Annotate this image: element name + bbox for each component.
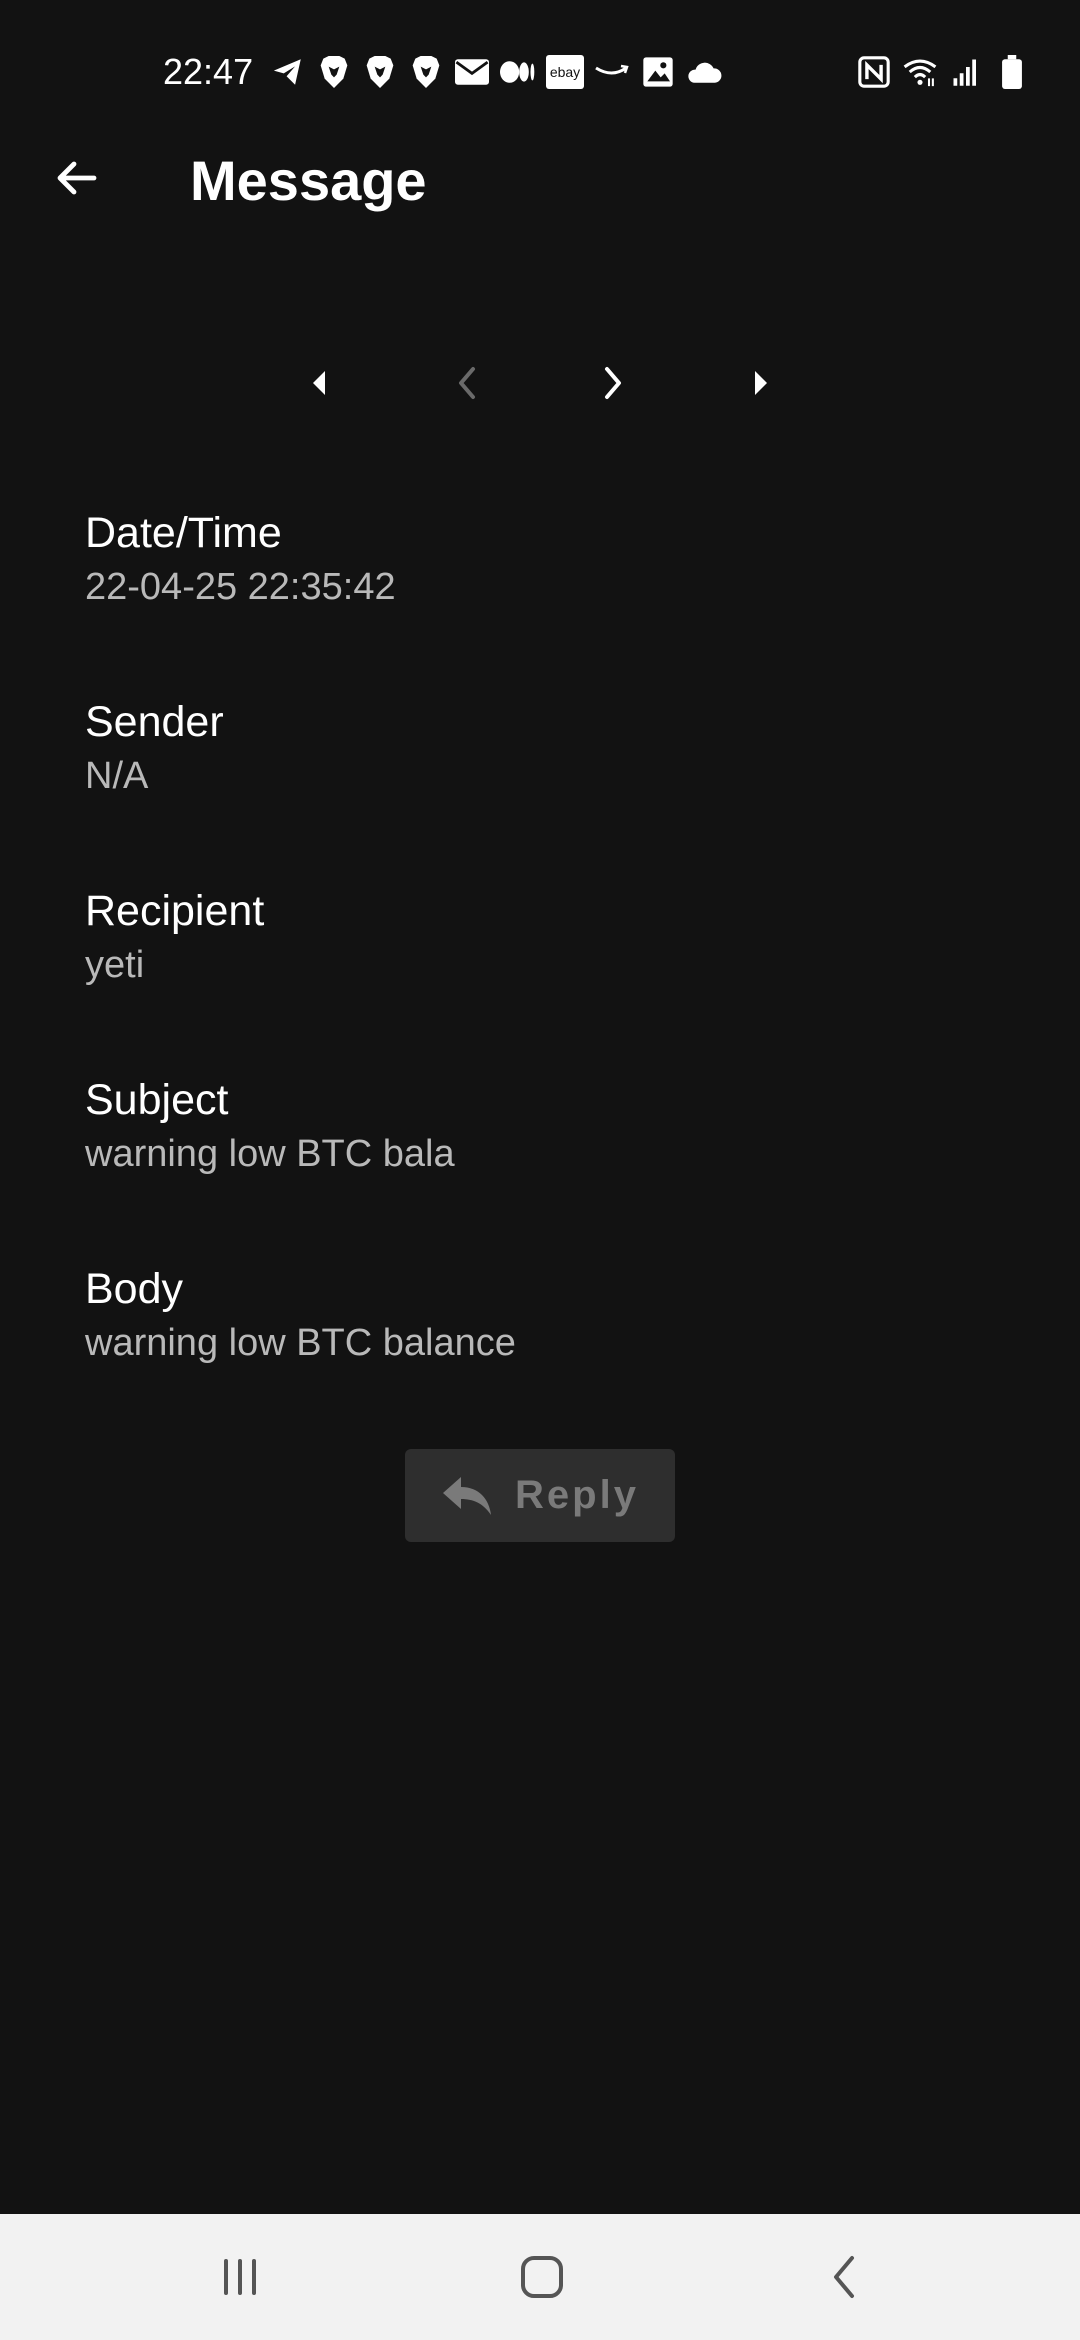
nfc-icon: [856, 54, 892, 90]
mail-icon: [454, 54, 490, 90]
home-icon: [521, 2256, 563, 2298]
first-message-button[interactable]: [286, 350, 352, 416]
app-bar: Message: [0, 140, 1080, 226]
ebay-icon: ebay: [546, 55, 584, 89]
amazon-icon: [594, 54, 630, 90]
recents-icon: [224, 2259, 256, 2295]
datetime-field: Date/Time 22-04-25 22:35:42: [85, 506, 985, 612]
nav-back-button[interactable]: [806, 2239, 882, 2315]
recipient-label: Recipient: [85, 887, 265, 935]
telegram-icon: [270, 54, 306, 90]
subject-field: Subject warning low BTC bala: [85, 1073, 985, 1179]
datetime-label: Date/Time: [85, 509, 282, 557]
reply-label: Reply: [515, 1473, 639, 1517]
sender-field: Sender N/A: [85, 695, 985, 801]
page-title: Message: [190, 149, 427, 212]
reply-button[interactable]: Reply: [405, 1449, 675, 1542]
brave-icon: [316, 54, 352, 90]
body-value: warning low BTC balance: [85, 1322, 516, 1364]
first-page-icon: [313, 371, 325, 395]
back-icon: [834, 2256, 854, 2298]
arrow-left-icon: [57, 161, 97, 195]
brave-icon: [362, 54, 398, 90]
recents-button[interactable]: [202, 2239, 278, 2315]
next-message-button[interactable]: [580, 350, 646, 416]
last-page-icon: [755, 371, 767, 395]
reply-icon: [443, 1476, 492, 1515]
medium-icon: [500, 54, 536, 90]
system-status-icons: [856, 50, 1030, 94]
wifi-icon: [902, 54, 938, 90]
message-pager: [0, 350, 1080, 416]
recipient-field: Recipient yeti: [85, 884, 985, 990]
status-time: 22:47: [163, 51, 254, 92]
status-bar: 22:47 ebay: [0, 0, 1080, 140]
system-nav-bar: [0, 2214, 1080, 2340]
gallery-icon: [640, 54, 676, 90]
subject-label: Subject: [85, 1076, 229, 1124]
previous-message-button[interactable]: [434, 350, 500, 416]
brave-icon: [408, 54, 444, 90]
sender-value: N/A: [85, 755, 149, 797]
cloud-icon: [686, 54, 722, 90]
subject-value: warning low BTC bala: [85, 1133, 455, 1175]
body-field: Body warning low BTC balance: [85, 1262, 985, 1368]
back-button[interactable]: [40, 142, 112, 214]
sender-label: Sender: [85, 698, 224, 746]
recipient-value: yeti: [85, 944, 145, 986]
prev-page-icon: [459, 367, 475, 399]
notification-icons: ebay: [270, 50, 722, 94]
body-label: Body: [85, 1265, 184, 1313]
cell-signal-icon: [948, 54, 984, 90]
battery-icon: [994, 54, 1030, 90]
home-button[interactable]: [504, 2239, 580, 2315]
next-page-icon: [605, 367, 621, 399]
datetime-value: 22-04-25 22:35:42: [85, 566, 396, 608]
last-message-button[interactable]: [728, 350, 794, 416]
